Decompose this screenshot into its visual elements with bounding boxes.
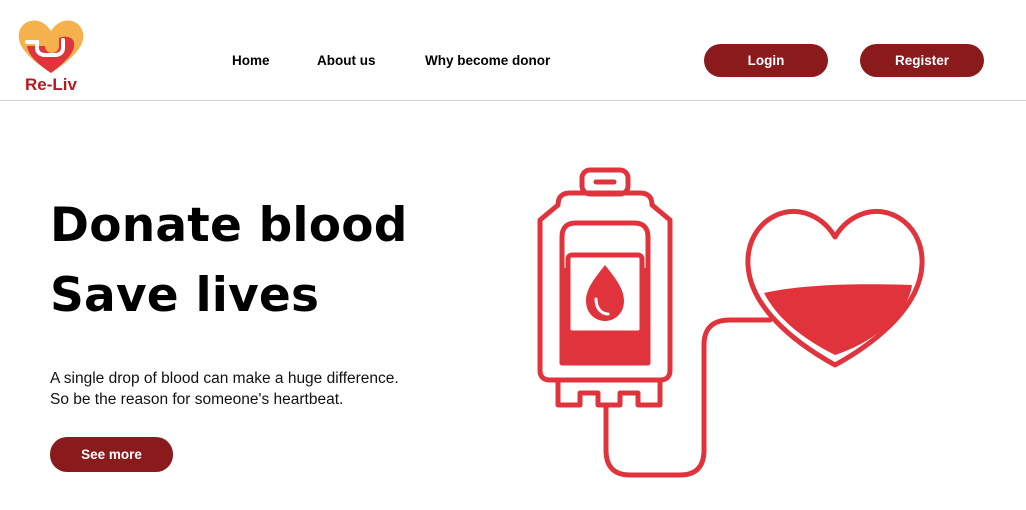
see-more-button[interactable]: See more <box>50 437 173 472</box>
nav-home-link[interactable]: Home <box>232 53 270 68</box>
hero-subtitle-line-2: So be the reason for someone's heartbeat… <box>50 391 344 408</box>
blood-donation-illustration <box>520 165 950 485</box>
brand-name: Re-Liv <box>25 75 77 94</box>
hero-title-line-2: Save lives <box>50 268 320 323</box>
register-button[interactable]: Register <box>860 44 984 77</box>
login-button[interactable]: Login <box>704 44 828 77</box>
heart-logo-icon <box>18 20 84 73</box>
hero-subtitle-line-1: A single drop of blood can make a huge d… <box>50 370 399 387</box>
blood-bag-heart-icon <box>537 167 925 478</box>
site-header: Re-Liv Home About us Why become donor Lo… <box>0 0 1026 101</box>
nav-about-link[interactable]: About us <box>317 53 376 68</box>
nav-why-donor-link[interactable]: Why become donor <box>425 53 550 68</box>
hero-title-line-1: Donate blood <box>50 198 408 253</box>
